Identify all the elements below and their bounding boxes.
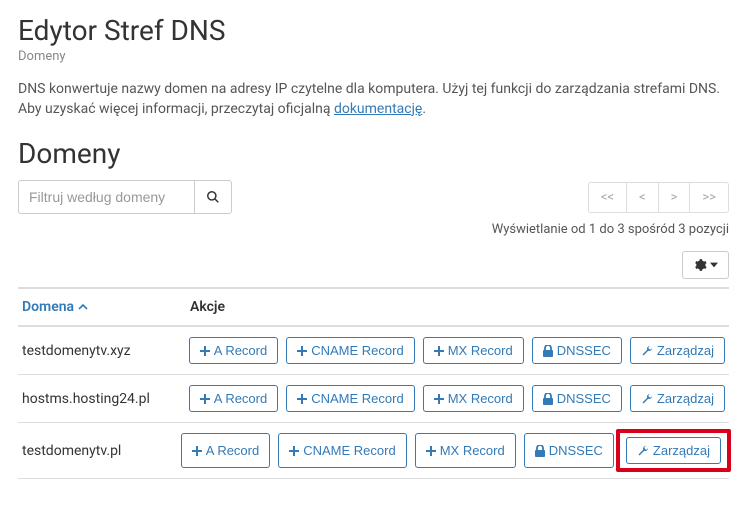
manage-button-label: Zarządzaj <box>657 343 714 358</box>
breadcrumb: Domeny <box>18 49 729 64</box>
gear-icon <box>693 258 707 272</box>
dnssec-button[interactable]: DNSSEC <box>532 337 622 364</box>
manage-button[interactable]: Zarządzaj <box>626 437 721 464</box>
pager-first[interactable]: << <box>588 182 627 213</box>
a-record-button[interactable]: A Record <box>189 337 278 364</box>
lock-icon <box>535 445 545 457</box>
dnssec-button-label: DNSSEC <box>549 443 603 458</box>
section-title: Domeny <box>18 137 729 170</box>
plus-icon <box>200 346 210 356</box>
lock-icon <box>543 393 553 405</box>
cname-record-button[interactable]: CNAME Record <box>286 385 414 412</box>
table-row: testdomenytv.pl A Record CNAME Record MX Re… <box>18 423 729 479</box>
sort-asc-icon <box>78 302 88 312</box>
status-text: Wyświetlanie od 1 do 3 spośród 3 pozycji <box>18 222 729 237</box>
column-header-actions: Akcje <box>190 299 725 315</box>
cname-record-button[interactable]: CNAME Record <box>286 337 414 364</box>
mx-record-button-label: MX Record <box>448 343 513 358</box>
wrench-icon <box>641 393 653 405</box>
manage-button[interactable]: Zarządzaj <box>630 337 725 364</box>
dnssec-button[interactable]: DNSSEC <box>524 433 614 468</box>
a-record-button-label: A Record <box>214 391 267 406</box>
documentation-link[interactable]: dokumentację <box>334 101 422 117</box>
plus-icon <box>434 394 444 404</box>
actions-cell: A Record CNAME Record MX Record DNSSEC Zarzą… <box>189 337 725 364</box>
manage-button-label: Zarządzaj <box>653 443 710 458</box>
plus-icon <box>434 346 444 356</box>
actions-cell: A Record CNAME Record MX Record DNSSEC Zarzą… <box>181 433 725 468</box>
a-record-button-label: A Record <box>214 343 267 358</box>
a-record-button[interactable]: A Record <box>181 433 270 468</box>
lock-icon <box>543 345 553 357</box>
a-record-button[interactable]: A Record <box>189 385 278 412</box>
dnssec-button-label: DNSSEC <box>557 343 611 358</box>
pager-next[interactable]: > <box>658 182 691 213</box>
domain-cell: hostms.hosting24.pl <box>22 391 189 407</box>
desc-text-post: . <box>422 101 426 117</box>
column-header-domain[interactable]: Domena <box>22 299 190 315</box>
plus-icon <box>297 346 307 356</box>
table-row: hostms.hosting24.pl A Record CNAME Record M… <box>18 375 729 423</box>
filter-input[interactable] <box>18 180 194 214</box>
mx-record-button-label: MX Record <box>448 391 513 406</box>
pager: << < > >> <box>589 182 729 213</box>
domains-table: Domena Akcje testdomenytv.xyz A Record CNA… <box>18 287 729 479</box>
plus-icon <box>289 446 299 456</box>
wrench-icon <box>641 345 653 357</box>
a-record-button-label: A Record <box>206 443 259 458</box>
column-header-domain-label: Domena <box>22 299 74 315</box>
page-title: Edytor Stref DNS <box>18 14 729 47</box>
mx-record-button[interactable]: MX Record <box>415 433 516 468</box>
pager-prev[interactable]: < <box>626 182 659 213</box>
manage-button-label: Zarządzaj <box>657 391 714 406</box>
table-row: testdomenytv.xyz A Record CNAME Record MX R… <box>18 327 729 375</box>
cname-record-button[interactable]: CNAME Record <box>278 433 406 468</box>
plus-icon <box>200 394 210 404</box>
mx-record-button-label: MX Record <box>440 443 505 458</box>
manage-button[interactable]: Zarządzaj <box>630 385 725 412</box>
wrench-icon <box>637 445 649 457</box>
domain-cell: testdomenytv.pl <box>22 443 181 459</box>
actions-cell: A Record CNAME Record MX Record DNSSEC Zarzą… <box>189 385 725 412</box>
search-icon <box>206 190 220 204</box>
caret-down-icon <box>710 261 718 269</box>
plus-icon <box>297 394 307 404</box>
plus-icon <box>426 446 436 456</box>
cname-record-button-label: CNAME Record <box>311 391 403 406</box>
dnssec-button[interactable]: DNSSEC <box>532 385 622 412</box>
domain-cell: testdomenytv.xyz <box>22 343 189 359</box>
dnssec-button-label: DNSSEC <box>557 391 611 406</box>
highlight-box: Zarządzaj <box>616 429 731 472</box>
cname-record-button-label: CNAME Record <box>303 443 395 458</box>
page-description: DNS konwertuje nazwy domen na adresy IP … <box>18 80 729 119</box>
cname-record-button-label: CNAME Record <box>311 343 403 358</box>
mx-record-button[interactable]: MX Record <box>423 385 524 412</box>
search-button[interactable] <box>194 180 232 214</box>
settings-button[interactable] <box>682 251 729 279</box>
plus-icon <box>192 446 202 456</box>
pager-last[interactable]: >> <box>689 182 729 213</box>
mx-record-button[interactable]: MX Record <box>423 337 524 364</box>
